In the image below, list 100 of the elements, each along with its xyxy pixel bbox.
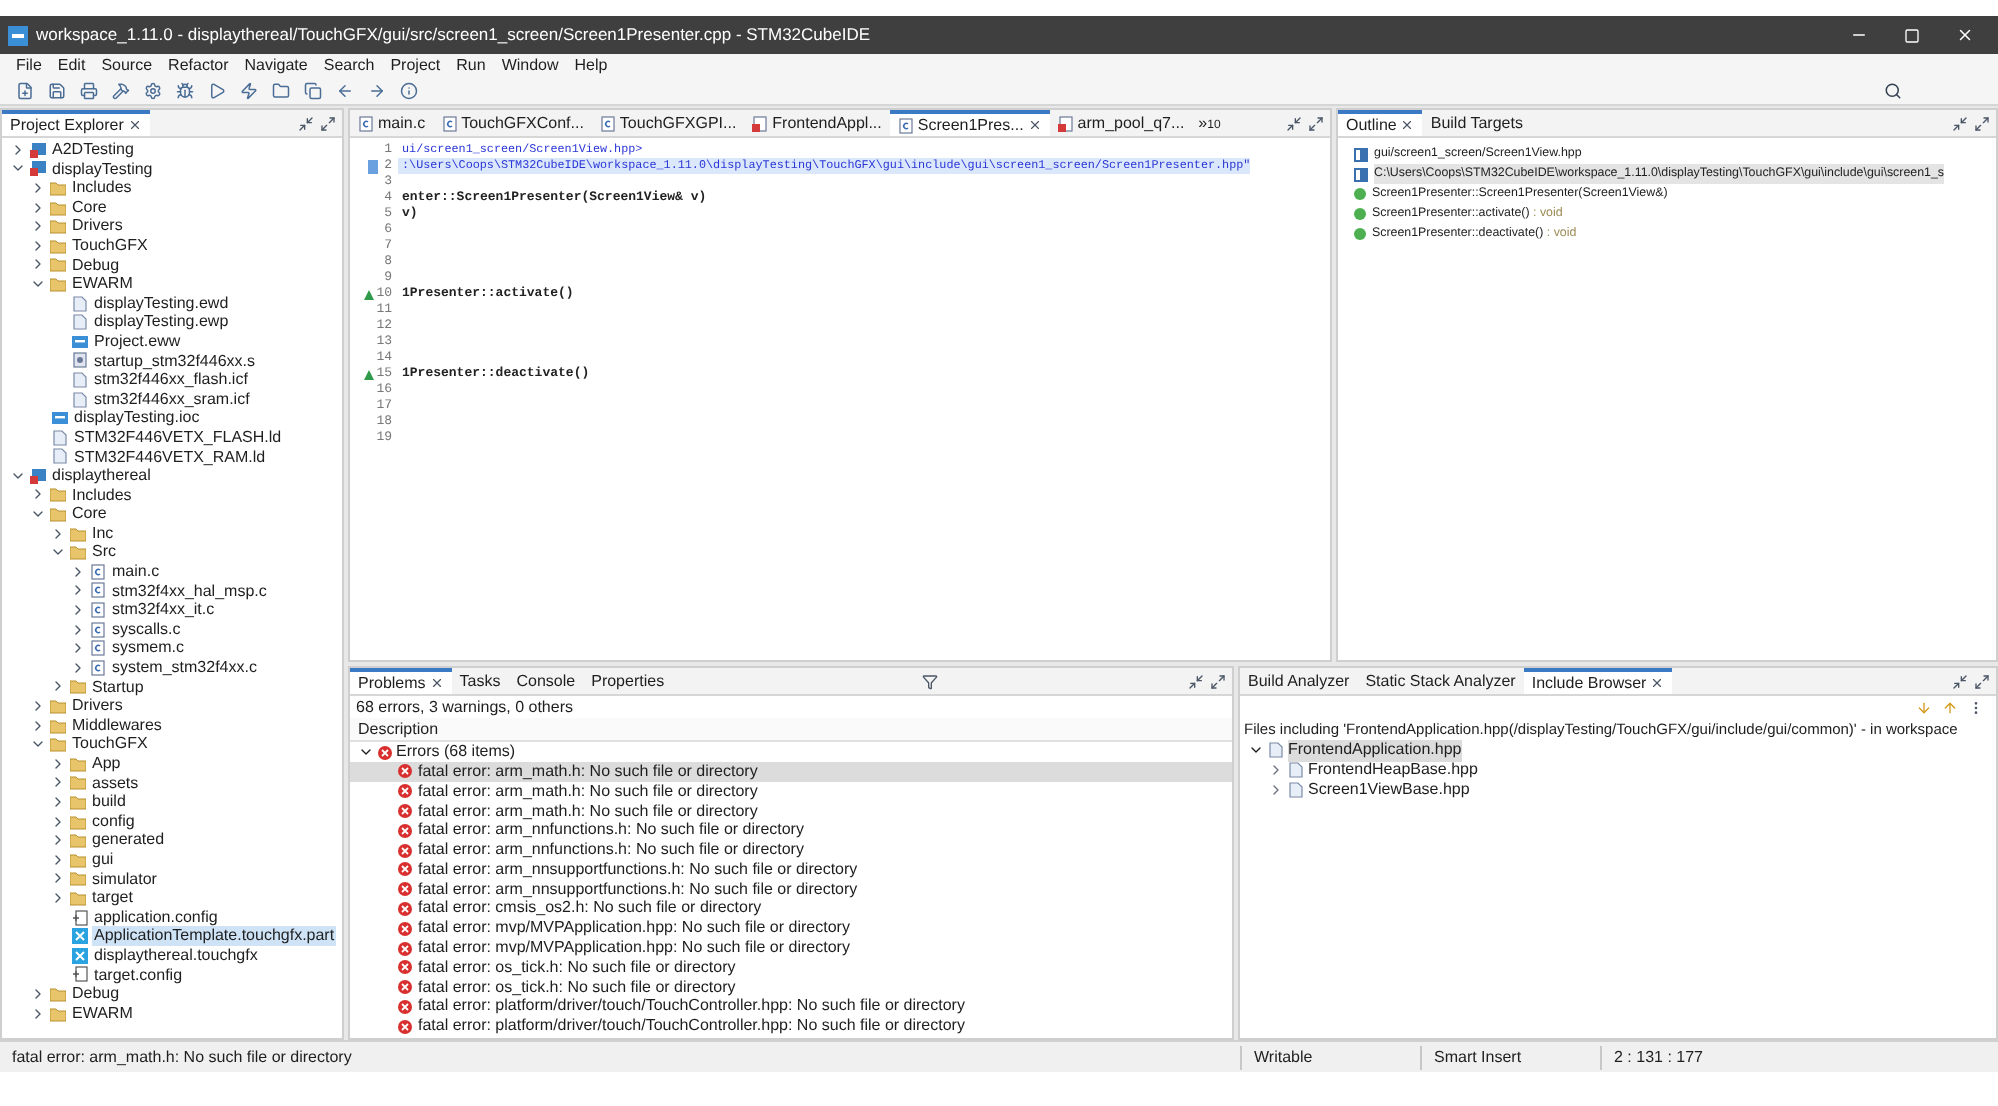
tree-item[interactable]: Core	[70, 504, 109, 524]
maximize-icon[interactable]	[320, 115, 336, 131]
close-icon[interactable]	[127, 118, 142, 132]
tree-item[interactable]: ApplicationTemplate.touchgfx.part	[92, 926, 337, 946]
tree-item[interactable]: application.config	[92, 907, 220, 927]
panel-tab[interactable]: Static Stack Analyzer	[1357, 668, 1524, 694]
column-header[interactable]: Description	[350, 718, 1232, 742]
tree-item[interactable]: displayTesting	[50, 159, 155, 179]
bug-icon[interactable]	[176, 81, 194, 99]
new-file-icon[interactable]	[16, 81, 34, 99]
lightning-icon[interactable]	[240, 81, 258, 99]
close-icon[interactable]	[1027, 118, 1042, 132]
tree-item[interactable]: displayTesting.ioc	[72, 408, 202, 428]
menu-item[interactable]: Search	[323, 53, 375, 77]
editor-tab[interactable]: FrontendAppl...	[744, 110, 890, 136]
tree-item[interactable]: Debug	[70, 984, 122, 1004]
tree-item[interactable]: EWARM	[70, 1003, 135, 1023]
minimize-icon[interactable]	[298, 115, 314, 131]
problem-row[interactable]: fatal error: arm_math.h: No such file or directory	[350, 781, 1232, 802]
menu-item[interactable]: Edit	[57, 53, 86, 77]
menu-item[interactable]: File	[16, 53, 42, 77]
tree-item[interactable]: displaythereal.touchgfx	[92, 945, 260, 966]
menu-item[interactable]: Run	[456, 53, 486, 77]
menu-item[interactable]: Navigate	[244, 53, 308, 77]
tree-item[interactable]: Inc	[90, 523, 116, 543]
problem-row[interactable]: fatal error: arm_nnsupportfunctions.h: No such file or directory	[350, 879, 1232, 900]
tree-item[interactable]: gui	[90, 849, 116, 870]
forward-arrow-icon[interactable]	[368, 81, 386, 99]
info-icon[interactable]	[400, 81, 418, 99]
problem-row[interactable]: fatal error: platform/driver/touch/TouchController.hpp: No such file or directory	[350, 1016, 1232, 1037]
include-tree-item[interactable]: Screen1ViewBase.hpp	[1308, 778, 1470, 802]
tree-item[interactable]: main.c	[110, 562, 162, 582]
maximize-window-icon[interactable]	[1904, 27, 1920, 43]
tree-item[interactable]: TouchGFX	[70, 235, 150, 256]
menu-item[interactable]: Project	[390, 53, 441, 77]
problem-row[interactable]: fatal error: arm_nnsupportfunctions.h: No such file or directory	[350, 859, 1232, 880]
problem-row[interactable]: fatal error: os_tick.h: No such file or directory	[350, 957, 1232, 978]
editor-tab[interactable]: Screen1Pres...	[889, 110, 1050, 136]
tree-item[interactable]: App	[90, 754, 123, 774]
tree-item[interactable]: TouchGFX	[70, 734, 150, 754]
tree-item[interactable]: stm32f4xx_it.c	[110, 600, 217, 620]
tree-item[interactable]: system_stm32f4xx.c	[110, 658, 259, 678]
print-icon[interactable]	[80, 81, 98, 99]
editor-tab[interactable]: arm_pool_q7...	[1049, 110, 1193, 136]
close-icon[interactable]	[1650, 676, 1665, 690]
tree-item[interactable]: startup_stm32f446xx.s	[92, 351, 257, 371]
copy-icon[interactable]	[304, 81, 322, 99]
hammer-icon[interactable]	[112, 81, 130, 99]
editor-tab[interactable]: main.c	[350, 110, 434, 136]
menu-item[interactable]: Help	[574, 53, 608, 77]
minimize-icon[interactable]	[1187, 673, 1204, 689]
minimize-icon[interactable]	[1952, 673, 1968, 689]
editor-tab[interactable]: TouchGFXConf...	[433, 110, 592, 136]
tree-item[interactable]: Project.eww	[92, 331, 183, 352]
tree-item[interactable]: assets	[90, 773, 141, 793]
tree-item[interactable]: Middlewares	[70, 715, 164, 735]
problem-row[interactable]: fatal error: mvp/MVPApplication.hpp: No such file or directory	[350, 918, 1232, 939]
tree-item[interactable]: A2DTesting	[50, 140, 136, 160]
tree-item[interactable]: displayTesting.ewd	[92, 293, 231, 313]
problem-row[interactable]: fatal error: arm_math.h: No such file or directory	[350, 801, 1232, 821]
panel-tab[interactable]: Properties	[583, 668, 673, 694]
tree-item[interactable]: displaythereal	[50, 466, 153, 486]
maximize-icon[interactable]	[1308, 115, 1324, 131]
gear-icon[interactable]	[144, 81, 162, 99]
panel-tab[interactable]: Build Analyzer	[1240, 668, 1358, 694]
folder-icon[interactable]	[272, 81, 290, 99]
minimize-icon[interactable]	[1286, 115, 1302, 131]
menu-item[interactable]: Refactor	[168, 53, 229, 77]
tree-item[interactable]: target.config	[92, 965, 185, 985]
tree-item[interactable]: target	[90, 888, 135, 908]
save-icon[interactable]	[48, 81, 66, 99]
tree-item[interactable]: displayTesting.ewp	[92, 312, 231, 332]
panel-tab[interactable]: Build Targets	[1422, 110, 1531, 136]
tree-item[interactable]: STM32F446VETX_RAM.ld	[72, 447, 268, 467]
problem-row[interactable]: fatal error: arm_nnfunctions.h: No such file or directory	[350, 840, 1232, 860]
close-icon[interactable]	[429, 676, 444, 690]
play-icon[interactable]	[208, 81, 226, 99]
panel-tab[interactable]: Include Browser	[1523, 668, 1673, 694]
tree-item[interactable]: Core	[70, 197, 109, 217]
tree-item[interactable]: STM32F446VETX_FLASH.ld	[72, 427, 284, 447]
panel-tab[interactable]: Outline	[1338, 110, 1423, 136]
tree-item[interactable]: sysmem.c	[110, 638, 186, 659]
tree-item[interactable]: EWARM	[70, 274, 135, 294]
panel-tab[interactable]: Project Explorer	[2, 110, 150, 136]
editor-tab[interactable]: TouchGFXGPI...	[591, 110, 745, 136]
menu-item[interactable]: Source	[101, 53, 153, 77]
tree-item[interactable]: config	[90, 811, 137, 831]
tree-item[interactable]: syscalls.c	[110, 619, 183, 639]
include-tree-item[interactable]: FrontendApplication.hpp	[1288, 740, 1462, 762]
tree-item[interactable]: stm32f4xx_hal_msp.c	[110, 581, 269, 601]
tree-item[interactable]: generated	[90, 830, 167, 850]
tree-item[interactable]: stm32f446xx_sram.icf	[92, 389, 252, 409]
tree-item[interactable]: simulator	[90, 869, 159, 889]
problem-row[interactable]: fatal error: arm_math.h: No such file or directory	[350, 762, 1232, 782]
problem-row[interactable]: fatal error: os_tick.h: No such file or directory	[350, 977, 1232, 998]
tree-item[interactable]: Includes	[70, 485, 134, 505]
close-icon[interactable]	[1400, 118, 1415, 132]
tree-item[interactable]: Src	[90, 542, 118, 563]
tree-item[interactable]: Includes	[70, 178, 134, 198]
problem-row[interactable]: fatal error: cmsis_os2.h: No such file or directory	[350, 899, 1232, 919]
